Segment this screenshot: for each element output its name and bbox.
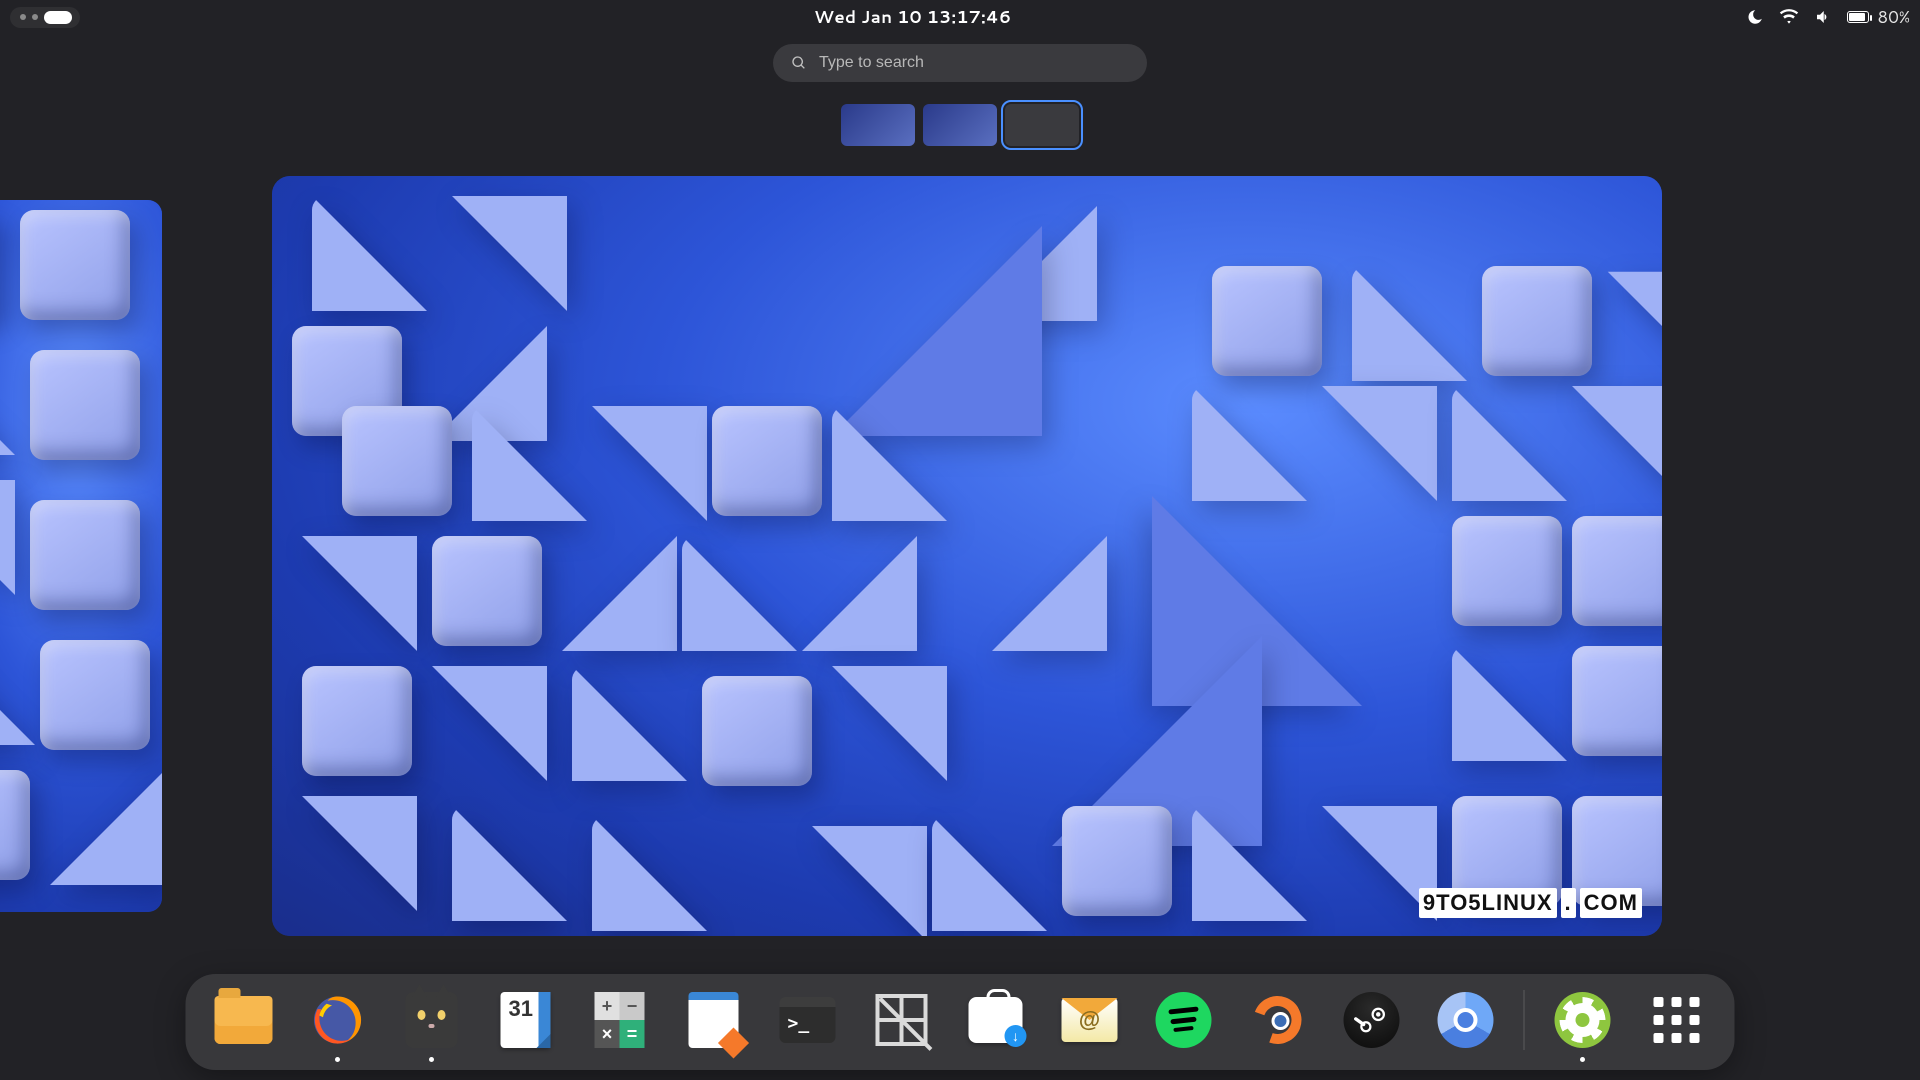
cat-icon [406,992,458,1048]
app-mail[interactable]: @ [1060,990,1120,1050]
steam-icon [1344,992,1400,1048]
app-boxes[interactable] [872,990,932,1050]
app-steam[interactable] [1342,990,1402,1050]
dash-separator [1524,990,1525,1050]
firefox-icon [309,991,367,1049]
search-input[interactable] [819,54,1129,72]
wifi-icon [1779,7,1799,27]
workspace-thumb-2[interactable] [923,104,997,146]
show-apps-button[interactable] [1647,990,1707,1050]
workspace-preview-prev[interactable] [0,200,162,912]
workspace-dot-icon [20,14,26,20]
activities-button[interactable] [10,7,80,28]
clock[interactable]: Wed Jan 10 13:17:46 [814,5,1011,29]
battery-percent: 80% [1877,5,1910,29]
app-clapper[interactable] [402,990,462,1050]
app-spotify[interactable] [1154,990,1214,1050]
workspace-dot-icon [32,14,38,20]
workspace-switcher [841,104,1079,146]
running-indicator-icon [1580,1057,1585,1062]
running-indicator-icon [335,1057,340,1062]
battery-icon [1847,11,1869,23]
search-icon [791,55,807,71]
top-bar: Wed Jan 10 13:17:46 80% [0,0,1920,34]
mail-icon: @ [1062,998,1118,1042]
text-editor-icon [689,992,739,1048]
app-terminal[interactable] [778,990,838,1050]
app-firefox[interactable] [308,990,368,1050]
boxes-icon [876,994,928,1046]
app-settings[interactable] [1553,990,1613,1050]
workspace-preview-active[interactable]: 9TO5LINUX . COM [272,176,1662,936]
chromium-icon [1438,992,1494,1048]
app-chromium[interactable] [1436,990,1496,1050]
calendar-icon: 31 [501,992,551,1048]
dash: 31 +−×= @ [186,974,1735,1070]
running-indicator-icon [429,1057,434,1062]
calculator-icon: +−×= [595,992,645,1048]
folder-icon [215,996,273,1044]
workspace-thumb-3[interactable] [1005,104,1079,146]
spotify-icon [1156,992,1212,1048]
app-files[interactable] [214,990,274,1050]
battery-status: 80% [1847,5,1910,29]
app-calendar[interactable]: 31 [496,990,556,1050]
app-editor[interactable] [684,990,744,1050]
software-icon [969,997,1023,1043]
blender-icon [1250,992,1306,1048]
watermark: 9TO5LINUX . COM [1419,888,1642,918]
app-calculator[interactable]: +−×= [590,990,650,1050]
search-bar[interactable] [773,44,1147,82]
apps-grid-icon [1654,997,1700,1043]
app-blender[interactable] [1248,990,1308,1050]
workspace-pill-icon [44,11,72,24]
volume-icon [1813,7,1833,27]
settings-icon [1555,992,1611,1048]
workspace-thumb-1[interactable] [841,104,915,146]
app-software[interactable] [966,990,1026,1050]
terminal-icon [780,997,836,1043]
night-light-icon [1745,7,1765,27]
system-status-area[interactable]: 80% [1745,5,1910,29]
